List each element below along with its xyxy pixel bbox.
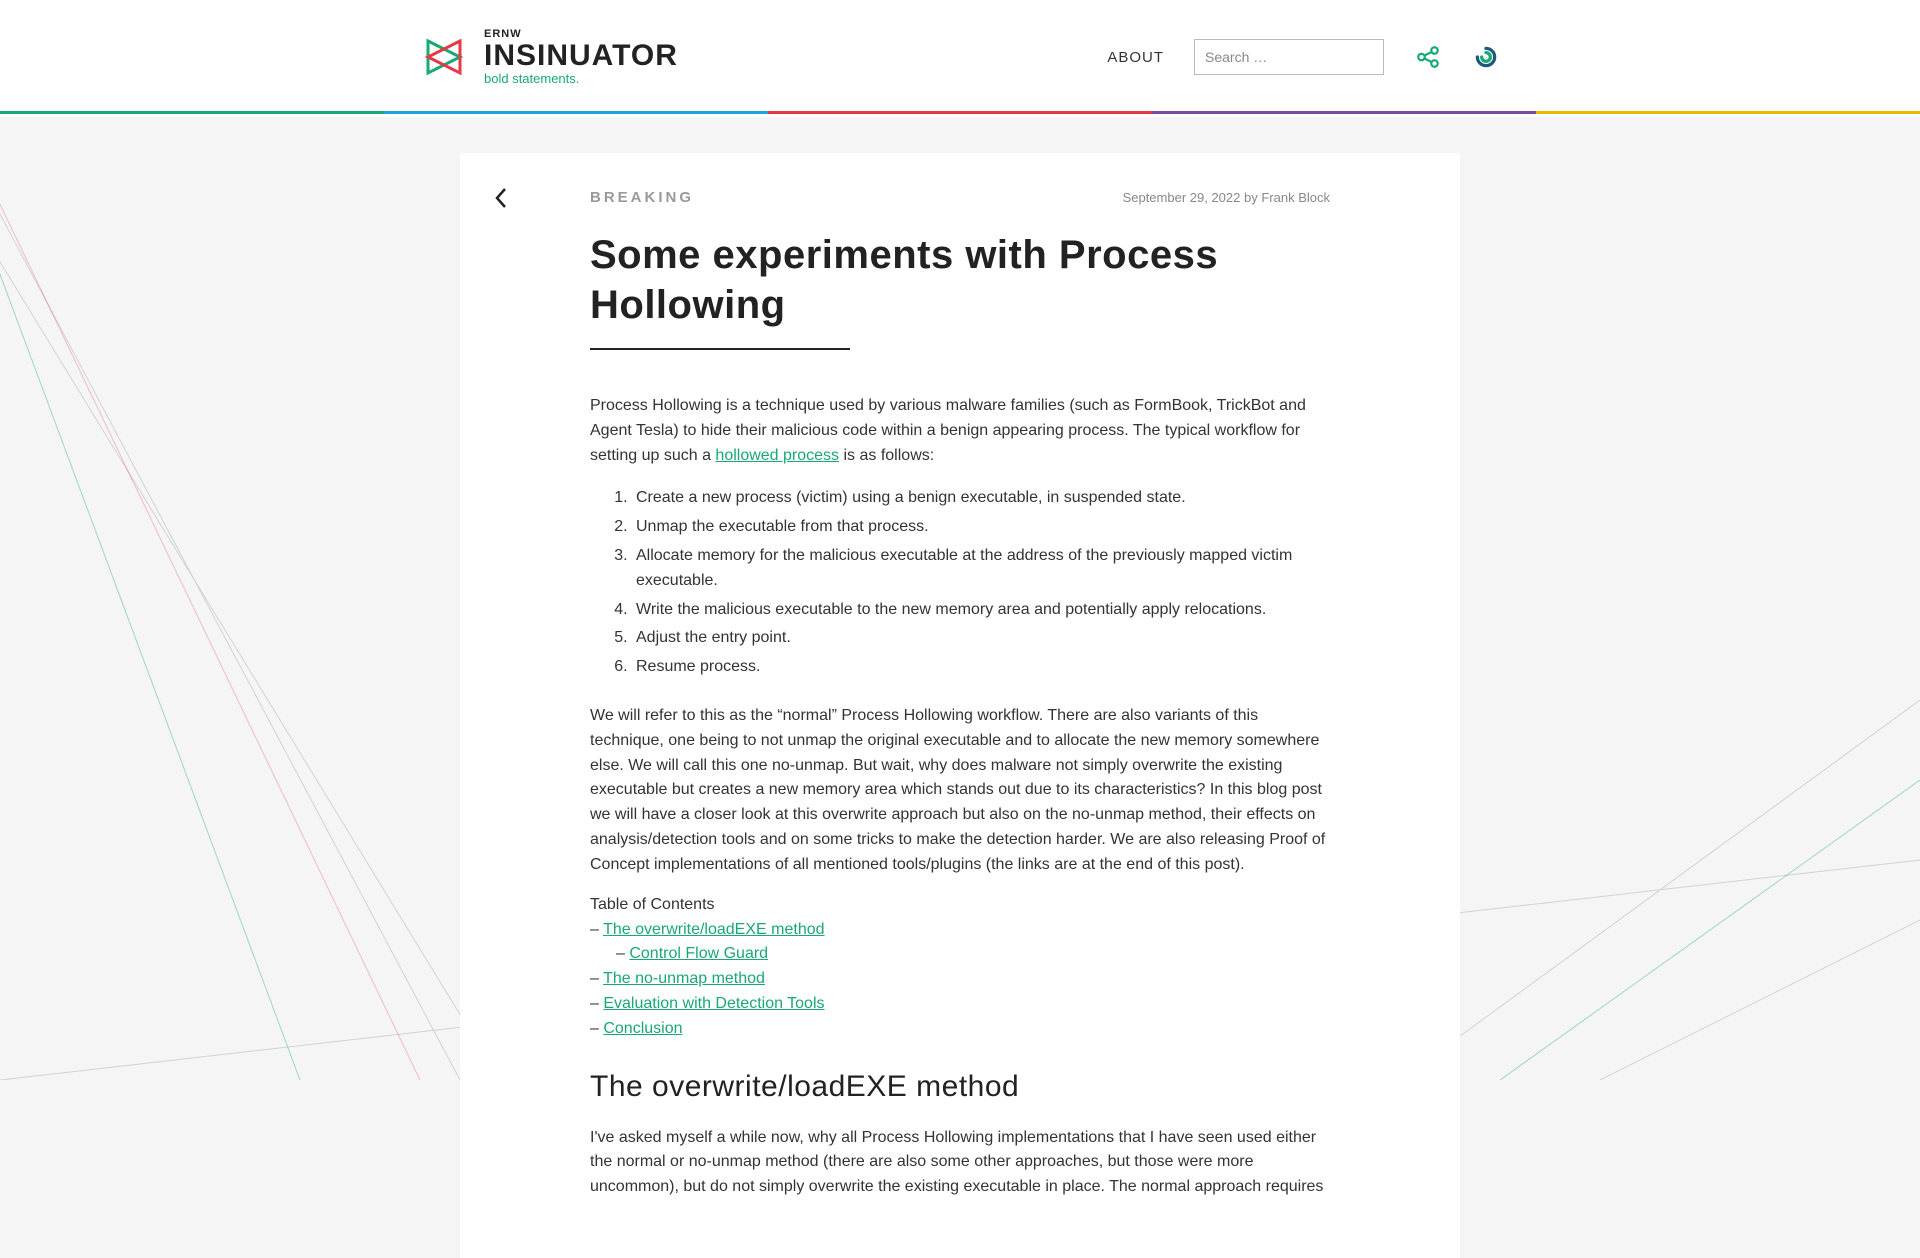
- toc-link-nounmap[interactable]: The no-unmap method: [603, 970, 765, 987]
- paragraph-2: We will refer to this as the “normal” Pr…: [590, 704, 1330, 878]
- article-meta: September 29, 2022 by Frank Block: [1123, 190, 1330, 205]
- swirl-icon[interactable]: [1472, 43, 1500, 71]
- section-heading-overwrite: The overwrite/loadEXE method: [590, 1070, 1330, 1104]
- article-date: September 29, 2022: [1123, 190, 1241, 205]
- table-of-contents: Table of Contents – The overwrite/loadEX…: [590, 896, 1330, 1042]
- toc-item: – The no-unmap method: [590, 967, 1330, 992]
- search-input[interactable]: [1194, 39, 1384, 75]
- toc-item: – Control Flow Guard: [590, 942, 1330, 967]
- step-item: Create a new process (victim) using a be…: [632, 486, 1330, 511]
- about-link[interactable]: ABOUT: [1107, 49, 1164, 66]
- share-icon[interactable]: [1414, 43, 1442, 71]
- step-item: Write the malicious executable to the ne…: [632, 598, 1330, 623]
- logo-text: ERNW INSINUATOR bold statements.: [484, 29, 678, 86]
- step-item: Unmap the executable from that process.: [632, 515, 1330, 540]
- back-chevron-icon[interactable]: [494, 187, 508, 216]
- logo-tagline: bold statements.: [484, 72, 678, 86]
- hollowed-process-link[interactable]: hollowed process: [715, 447, 839, 464]
- step-item: Allocate memory for the malicious execut…: [632, 544, 1330, 594]
- title-underline: [590, 348, 850, 350]
- logo-icon: [420, 33, 468, 81]
- toc-item: – The overwrite/loadEXE method: [590, 918, 1330, 943]
- step-item: Adjust the entry point.: [632, 626, 1330, 651]
- intro-paragraph: Process Hollowing is a technique used by…: [590, 394, 1330, 468]
- toc-item: – Conclusion: [590, 1017, 1330, 1042]
- article-title: Some experiments with Process Hollowing: [590, 230, 1330, 330]
- section-body: I've asked myself a while now, why all P…: [590, 1126, 1330, 1200]
- toc-link-eval[interactable]: Evaluation with Detection Tools: [603, 995, 824, 1012]
- toc-link-conclusion[interactable]: Conclusion: [603, 1020, 682, 1037]
- color-stripe: [0, 111, 1920, 114]
- toc-item: – Evaluation with Detection Tools: [590, 992, 1330, 1017]
- article-author[interactable]: Frank Block: [1261, 190, 1330, 205]
- category-label[interactable]: BREAKING: [590, 189, 694, 206]
- article: BREAKING September 29, 2022 by Frank Blo…: [460, 153, 1460, 1258]
- toc-heading: Table of Contents: [590, 896, 1330, 914]
- toc-link-overwrite[interactable]: The overwrite/loadEXE method: [603, 921, 824, 938]
- toc-link-cfg[interactable]: Control Flow Guard: [629, 945, 768, 962]
- step-item: Resume process.: [632, 655, 1330, 680]
- workflow-steps: Create a new process (victim) using a be…: [632, 486, 1330, 680]
- logo-main: INSINUATOR: [484, 40, 678, 72]
- top-bar: ERNW INSINUATOR bold statements. ABOUT: [0, 0, 1920, 117]
- site-logo[interactable]: ERNW INSINUATOR bold statements.: [420, 29, 678, 86]
